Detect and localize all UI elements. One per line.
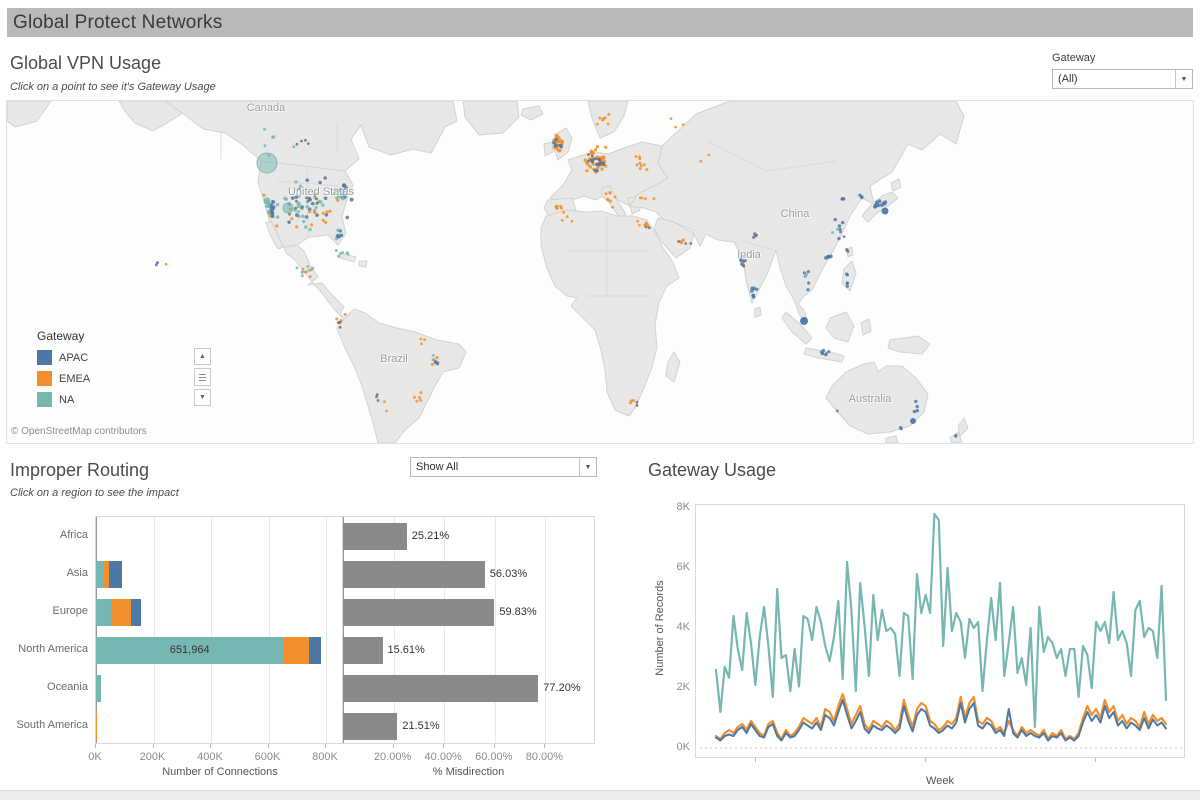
table-row[interactable]: 15.61% (343, 637, 596, 664)
bar-percent-label: 59.83% (499, 606, 536, 618)
x-tick-label: 80.00% (526, 751, 563, 763)
row-label-africa: Africa (8, 529, 88, 541)
x-tick-label: 400K (197, 751, 223, 763)
map-attribution: © OpenStreetMap contributors (11, 426, 147, 437)
row-label-asia: Asia (8, 567, 88, 579)
region-filter-dropdown[interactable]: Show All ▼ (410, 457, 597, 477)
improper-routing-subtitle: Click on a region to see the impact (10, 487, 179, 499)
scroll-down-icon[interactable]: ▼ (194, 389, 211, 406)
map-label-canada: Canada (247, 102, 286, 114)
vpn-section-title: Global VPN Usage (10, 53, 161, 74)
scroll-up-icon[interactable]: ▲ (194, 348, 211, 365)
chevron-down-icon[interactable]: ▼ (1175, 70, 1192, 88)
bar-percent-label: 25.21% (412, 530, 449, 542)
x-tick-label: 60.00% (475, 751, 512, 763)
y-axis-title: Number of Records (654, 558, 666, 698)
row-label-south-america: South America (8, 719, 88, 731)
dashboard: Global Protect Networks Global VPN Usage… (0, 0, 1200, 800)
bar-segment-apac[interactable] (309, 637, 321, 664)
legend-item-emea[interactable]: EMEA (37, 371, 90, 386)
table-row[interactable]: 77.20% (343, 675, 596, 702)
x-axis-title-week: Week (926, 775, 954, 787)
bar-percent-label: 15.61% (388, 644, 425, 656)
map-legend: Gateway APAC EMEA NA (37, 329, 90, 413)
row-label-oceania: Oceania (8, 681, 88, 693)
bar-percent-label: 21.51% (402, 720, 439, 732)
bar-segment-apac[interactable] (109, 561, 122, 588)
x-tick-label: 0K (88, 751, 101, 763)
map-label-china: China (781, 208, 810, 220)
table-row[interactable] (96, 713, 346, 740)
gateway-usage-plot (695, 504, 1185, 758)
table-row[interactable] (96, 675, 346, 702)
connections-plot: 651,964 (95, 516, 345, 744)
legend-label: APAC (59, 352, 88, 364)
legend-label: EMEA (59, 373, 90, 385)
x-tick-label: 200K (140, 751, 166, 763)
gateway-filter-dropdown[interactable]: (All) ▼ (1052, 69, 1193, 89)
map-scrollbar[interactable]: ▲ ▼ (194, 348, 211, 406)
table-row[interactable]: 56.03% (343, 561, 596, 588)
bar-percent-label: 77.20% (543, 682, 580, 694)
vpn-section-subtitle: Click on a point to see it's Gateway Usa… (10, 81, 216, 93)
misdirection-plot: 25.21% 56.03% 59.83% 15.61% 77.20% 21.51% (342, 516, 595, 744)
bar-segment-misdirection[interactable] (343, 713, 397, 740)
bar-segment-emea[interactable] (111, 599, 131, 626)
dashboard-title: Global Protect Networks (7, 12, 222, 34)
bar-segment-misdirection[interactable] (343, 523, 407, 550)
table-row[interactable]: 651,964 (96, 637, 346, 664)
bar-segment-misdirection[interactable] (343, 637, 383, 664)
map-label-brazil: Brazil (380, 353, 408, 365)
bottom-strip (0, 790, 1200, 800)
legend-swatch (37, 371, 52, 386)
table-row[interactable] (96, 523, 346, 550)
legend-item-apac[interactable]: APAC (37, 350, 90, 365)
x-tick-label: 20.00% (374, 751, 411, 763)
row-label-north-america: North America (8, 643, 88, 655)
bar-percent-label: 56.03% (490, 568, 527, 580)
map-legend-title: Gateway (37, 329, 90, 343)
bar-segment-emea[interactable] (283, 637, 309, 664)
legend-label: NA (59, 394, 74, 406)
dashboard-title-bar: Global Protect Networks (7, 8, 1193, 37)
bar-segment-na[interactable] (96, 599, 111, 626)
bar-segment-apac[interactable] (131, 599, 141, 626)
bar-segment-emea[interactable] (96, 713, 97, 740)
x-tick-label: 800K (312, 751, 338, 763)
gateway-filter-label: Gateway (1052, 52, 1095, 64)
row-label-europe: Europe (8, 605, 88, 617)
gateway-filter-value: (All) (1053, 70, 1175, 88)
map-label-united-states: United States (288, 186, 354, 198)
world-map[interactable]: Canada United States Brazil China India Austr… (6, 100, 1194, 444)
bar-segment-na[interactable] (96, 675, 101, 702)
bar-segment-misdirection[interactable] (343, 599, 494, 626)
chevron-down-icon[interactable]: ▼ (579, 458, 596, 476)
table-row[interactable]: 59.83% (343, 599, 596, 626)
y-tick-label: 0K (660, 741, 690, 753)
map-canvas (7, 101, 1193, 443)
y-tick-label: 8K (660, 501, 690, 513)
bar-value-label: 651,964 (170, 644, 210, 656)
legend-swatch (37, 392, 52, 407)
x-axis-title-misdirection: % Misdirection (433, 766, 505, 778)
legend-item-na[interactable]: NA (37, 392, 90, 407)
map-label-australia: Australia (849, 393, 892, 405)
gateway-usage-title: Gateway Usage (648, 460, 776, 481)
x-tick-label: 600K (255, 751, 281, 763)
bar-segment-na[interactable] (96, 561, 104, 588)
scroll-thumb[interactable] (194, 368, 211, 386)
bar-segment-misdirection[interactable] (343, 675, 538, 702)
legend-swatch (37, 350, 52, 365)
x-tick-label: 40.00% (425, 751, 462, 763)
improper-routing-title: Improper Routing (10, 460, 149, 481)
bar-segment-misdirection[interactable] (343, 561, 485, 588)
x-axis-title-connections: Number of Connections (162, 766, 278, 778)
map-label-india: India (737, 249, 761, 261)
table-row[interactable] (96, 561, 346, 588)
table-row[interactable]: 21.51% (343, 713, 596, 740)
table-row[interactable]: 25.21% (343, 523, 596, 550)
region-filter-value: Show All (411, 458, 579, 476)
table-row[interactable] (96, 599, 346, 626)
